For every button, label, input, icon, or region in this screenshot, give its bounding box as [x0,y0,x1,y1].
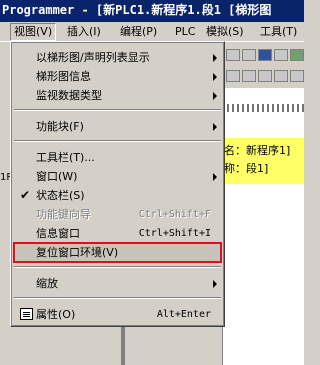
menu-separator [14,266,221,268]
menu-item-shortcut: Ctrl+Shift+F [138,209,211,220]
menu-bar: 视图(V) 插入(I) 编程(P) PLC 模拟(S) 工具(T) [0,22,304,42]
toolbar-button[interactable] [242,49,256,61]
view-menu-dropdown: 以梯形图/声明列表显示 梯形图信息监视数据类型 功能块(F) 工具栏(T)... 窗口(… [10,41,225,327]
toolbar-button[interactable] [258,49,272,61]
menu-item[interactable]: 缩放 [14,274,221,293]
menu-program[interactable]: 编程(P) [117,23,160,41]
toolbar-button[interactable] [290,70,304,82]
menu-insert[interactable]: 插入(I) [64,23,104,41]
properties-icon [20,308,33,320]
menu-item-label: 功能块(F) [36,120,84,133]
toolbar-button[interactable] [226,49,240,61]
toolbar-button[interactable] [290,49,304,61]
menu-item[interactable]: 窗口(W) [14,167,221,186]
menu-item[interactable]: 工具栏(T)... [14,148,221,167]
menu-item-label: 状态栏(S) [36,189,85,202]
menu-item[interactable]: 功能块(F) [14,117,221,136]
submenu-arrow-icon [213,54,217,62]
toolbar-button[interactable] [258,70,272,82]
menu-separator [14,297,221,299]
menu-item-label: 以梯形图/声明列表显示 [36,51,150,64]
menu-item[interactable]: 信息窗口 Ctrl+Shift+I [14,224,221,243]
toolbar-button[interactable] [242,70,256,82]
menu-item-label: 属性(O) [36,308,76,321]
toolbar-button[interactable] [274,70,288,82]
menu-tools[interactable]: 工具(T) [257,23,300,41]
submenu-arrow-icon [213,123,217,131]
submenu-arrow-icon [213,92,217,100]
menu-view[interactable]: 视图(V) [10,23,57,41]
section-name-label: 称：段1] [224,162,269,175]
window-title: Programmer - [新PLC1.新程序1.段1 [梯形图 [0,0,304,22]
ladder-rail [222,104,304,112]
menu-item-label: 工具栏(T)... [36,151,95,164]
menu-item-shortcut: Alt+Enter [156,309,211,320]
section-info-panel: 名：新程序1] 称：段1] [222,138,304,184]
menu-item-label: 缩放 [36,277,58,290]
menu-separator [14,140,221,142]
menu-item[interactable]: 监视数据类型 [14,86,221,105]
project-pane [0,44,10,365]
menu-separator [14,109,221,111]
menu-item[interactable]: 属性(O) Alt+Enter [14,305,221,324]
menu-item-label: 功能键向导 [36,208,91,221]
menu-item-label: 窗口(W) [36,170,78,183]
menu-item-label: 信息窗口 [36,227,80,240]
menu-simulate[interactable]: 模拟(S) [203,23,247,41]
menu-item: 功能键向导 Ctrl+Shift+F [14,205,221,224]
toolbar-button[interactable] [226,70,240,82]
menu-plc[interactable]: PLC [172,23,198,41]
checkmark-icon: ✔ [20,188,31,202]
program-name-label: 名：新程序1] [224,144,291,157]
menu-item-label: 监视数据类型 [36,89,102,102]
splitter[interactable] [121,322,125,365]
highlight-annotation-box [13,242,222,263]
toolbar [222,44,304,88]
menu-item[interactable]: 以梯形图/声明列表显示 [14,48,221,67]
submenu-arrow-icon [213,280,217,288]
ladder-editor[interactable] [222,88,304,365]
submenu-arrow-icon [213,73,217,81]
menu-item-label: 梯形图信息 [36,70,91,83]
menu-item[interactable]: ✔ 状态栏(S) [14,186,221,205]
menu-item-shortcut: Ctrl+Shift+I [138,228,211,239]
submenu-arrow-icon [213,173,217,181]
toolbar-button[interactable] [274,49,288,61]
menu-item[interactable]: 梯形图信息 [14,67,221,86]
